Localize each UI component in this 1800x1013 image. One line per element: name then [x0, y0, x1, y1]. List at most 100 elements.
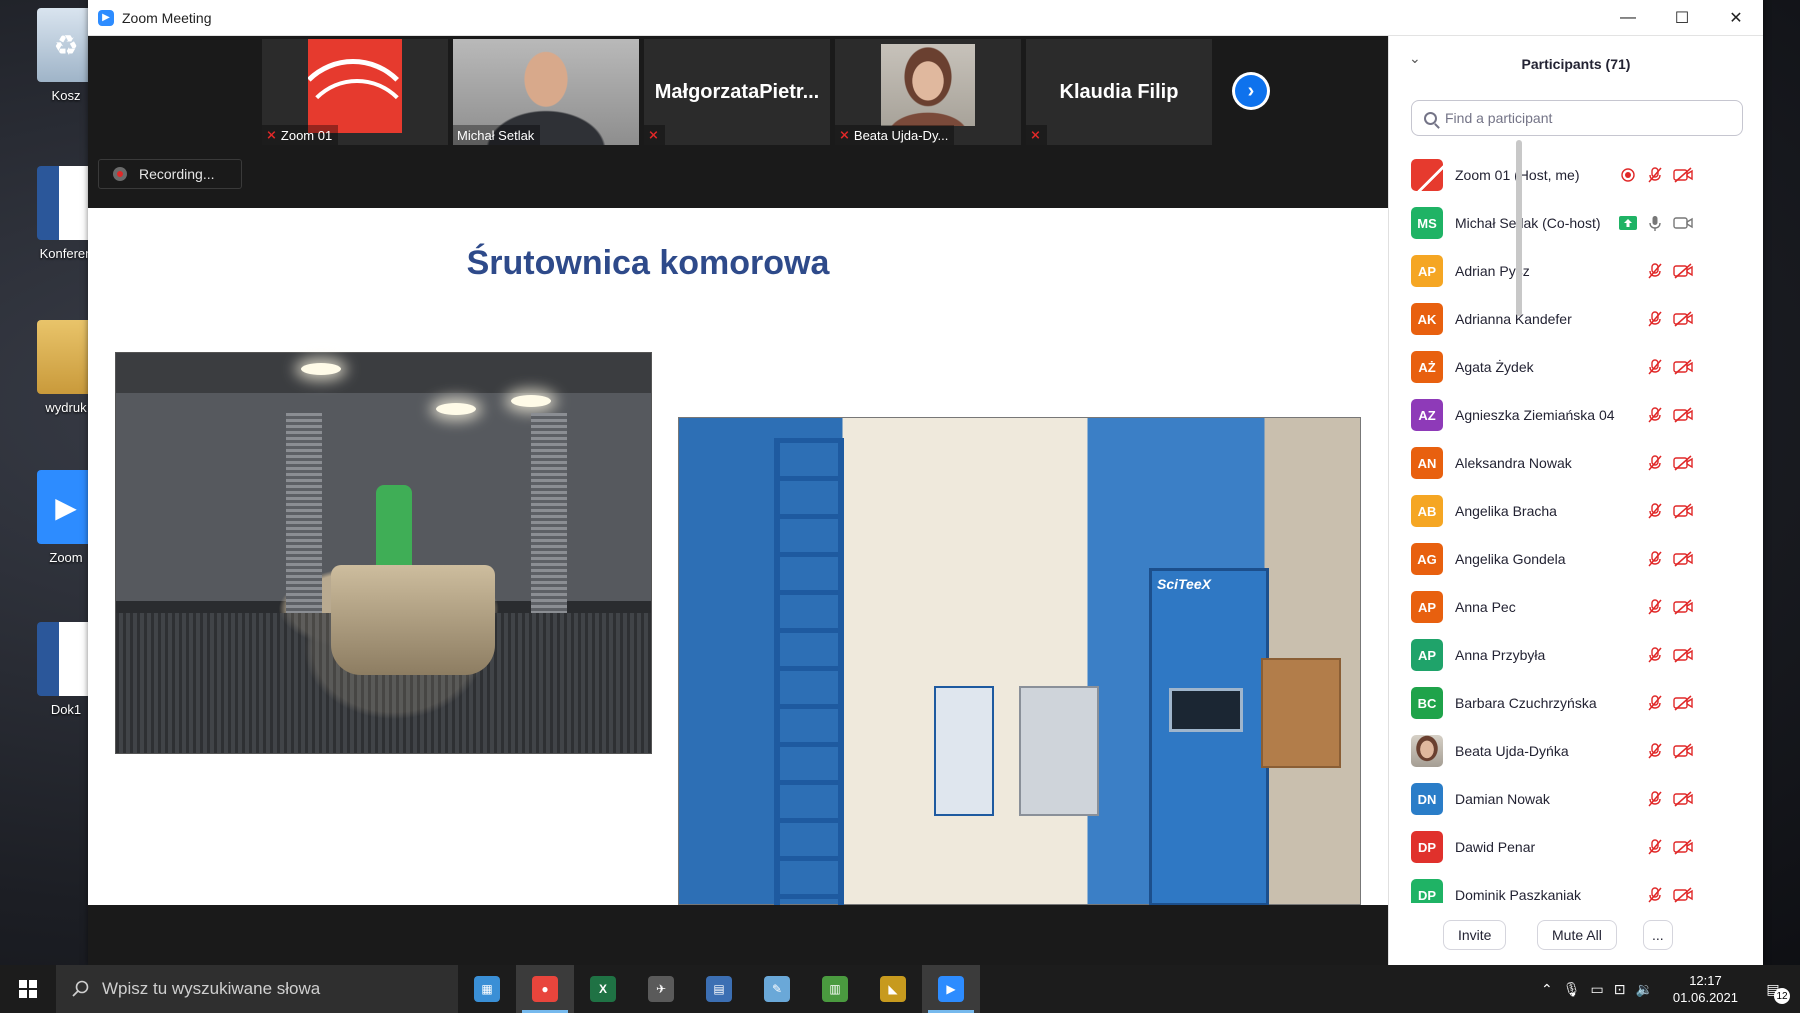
more-options-button[interactable]: ...	[1643, 920, 1673, 950]
video-off-icon[interactable]	[1670, 836, 1696, 858]
taskbar-app-calculator[interactable]: ▤	[690, 965, 748, 1013]
taskbar-app-paint[interactable]: ✎	[748, 965, 806, 1013]
participant-row[interactable]: AP Anna Pec	[1389, 583, 1764, 631]
taskbar-app-excel[interactable]: X	[574, 965, 632, 1013]
participants-scrollbar[interactable]	[1516, 140, 1522, 316]
mic-muted-icon[interactable]	[1644, 596, 1666, 618]
video-thumbnail[interactable]: MałgorzataPietr... ⨯	[644, 39, 830, 145]
video-off-icon[interactable]	[1670, 788, 1696, 810]
title-bar[interactable]: ▶ Zoom Meeting — ☐ ✕	[88, 0, 1763, 36]
participant-row[interactable]: AP Adrian Pysz	[1389, 247, 1764, 295]
video-off-icon[interactable]	[1670, 308, 1696, 330]
volume-icon[interactable]: 🔉	[1635, 981, 1652, 998]
recording-indicator[interactable]: Recording...	[98, 159, 242, 189]
video-thumbnail[interactable]: ⨯ Beata Ujda-Dy...	[835, 39, 1021, 145]
video-off-icon[interactable]	[1670, 356, 1696, 378]
video-thumbnail[interactable]: Michał Setlak	[453, 39, 639, 145]
taskbar-app-pc[interactable]: ▦	[458, 965, 516, 1013]
mic-muted-icon[interactable]	[1644, 644, 1666, 666]
taskbar-app-eagle[interactable]: ✈	[632, 965, 690, 1013]
mic-muted-icon[interactable]	[1644, 500, 1666, 522]
participant-row[interactable]: AN Aleksandra Nowak	[1389, 439, 1764, 487]
taskbar-app-project[interactable]: ◣	[864, 965, 922, 1013]
participants-list: Zoom 01 (Host, me) MS Michał Setlak (Co-ho…	[1389, 151, 1764, 903]
participant-row[interactable]: AP Anna Przybyła	[1389, 631, 1764, 679]
video-off-icon[interactable]	[1670, 500, 1696, 522]
participant-search[interactable]	[1411, 100, 1743, 136]
participant-name: Anna Przybyła	[1455, 647, 1546, 663]
mic-muted-icon[interactable]	[1644, 548, 1666, 570]
mic-muted-icon[interactable]	[1644, 308, 1666, 330]
participant-avatar: AP	[1411, 591, 1443, 623]
mic-muted-icon[interactable]	[1644, 404, 1666, 426]
thumbnail-name-bar: ⨯	[644, 125, 665, 145]
clock[interactable]: 12:17 01.06.2021	[1673, 972, 1738, 1006]
participant-row[interactable]: MS Michał Setlak (Co-host)	[1389, 199, 1764, 247]
mic-muted-icon[interactable]	[1644, 788, 1666, 810]
participant-row[interactable]: AB Angelika Bracha	[1389, 487, 1764, 535]
clock-time: 12:17	[1689, 973, 1722, 988]
thumbnail-big-name: MałgorzataPietr...	[654, 80, 820, 103]
network-icon[interactable]: ⊡	[1614, 981, 1626, 998]
start-button[interactable]	[0, 965, 56, 1013]
battery-icon[interactable]: ▭	[1591, 981, 1604, 998]
mic-muted-icon[interactable]	[1644, 692, 1666, 714]
participant-row[interactable]: DP Dominik Paszkaniak	[1389, 871, 1764, 903]
taskbar-search[interactable]: Wpisz tu wyszukiwane słowa	[56, 965, 458, 1013]
participant-avatar-photo	[1411, 735, 1443, 767]
mic-muted-icon[interactable]	[1644, 164, 1666, 186]
taskbar-app-zoom[interactable]: ▶	[922, 965, 980, 1013]
video-off-icon[interactable]	[1670, 596, 1696, 618]
participant-row[interactable]: Zoom 01 (Host, me)	[1389, 151, 1764, 199]
video-thumbnail[interactable]: Klaudia Filip ⨯	[1026, 39, 1212, 145]
video-off-icon[interactable]	[1670, 740, 1696, 762]
video-off-icon[interactable]	[1670, 404, 1696, 426]
screen-share-icon	[1617, 212, 1639, 234]
participant-row[interactable]: Beata Ujda-Dyńka	[1389, 727, 1764, 775]
participant-row[interactable]: AK Adrianna Kandefer	[1389, 295, 1764, 343]
video-off-icon[interactable]	[1670, 260, 1696, 282]
video-off-icon[interactable]	[1670, 548, 1696, 570]
mute-all-button[interactable]: Mute All	[1537, 920, 1617, 950]
video-off-icon[interactable]	[1670, 164, 1696, 186]
video-off-icon[interactable]	[1670, 692, 1696, 714]
mic-muted-icon[interactable]	[1644, 740, 1666, 762]
maximize-button[interactable]: ☐	[1655, 0, 1709, 36]
microphone-icon[interactable]	[1644, 212, 1666, 234]
taskbar-app-sheets[interactable]: ▥	[806, 965, 864, 1013]
participant-row[interactable]: AG Angelika Gondela	[1389, 535, 1764, 583]
participant-row[interactable]: BC Barbara Czuchrzyńska	[1389, 679, 1764, 727]
video-camera-icon[interactable]	[1670, 212, 1696, 234]
chevron-up-icon[interactable]: ⌃	[1541, 981, 1553, 998]
thumbnail-name: Zoom 01	[280, 127, 333, 143]
thumbnail-name-bar: ⨯	[1026, 125, 1047, 145]
participant-name: Dawid Penar	[1455, 839, 1536, 855]
chevron-down-icon[interactable]: ⌄	[1409, 50, 1421, 67]
next-page-button[interactable]: ›	[1232, 72, 1270, 110]
video-thumbnail[interactable]: ⨯ Zoom 01	[262, 39, 448, 145]
close-button[interactable]: ✕	[1709, 0, 1763, 36]
mic-muted-icon[interactable]	[1644, 260, 1666, 282]
participant-row[interactable]: AŻ Agata Żydek	[1389, 343, 1764, 391]
video-off-icon[interactable]	[1670, 644, 1696, 666]
mic-muted-icon[interactable]	[1644, 884, 1666, 903]
chevron-right-icon: ›	[1235, 75, 1267, 107]
mic-muted-icon[interactable]	[1644, 836, 1666, 858]
video-off-icon[interactable]	[1670, 884, 1696, 903]
photo-blasting-machine: SciTeeX	[678, 417, 1361, 905]
participant-avatar: AŻ	[1411, 351, 1443, 383]
participants-footer: Invite Mute All ...	[1389, 912, 1764, 956]
mic-muted-icon[interactable]	[1644, 356, 1666, 378]
participant-row[interactable]: DP Dawid Penar	[1389, 823, 1764, 871]
invite-button[interactable]: Invite	[1443, 920, 1507, 950]
video-off-icon[interactable]	[1670, 452, 1696, 474]
microphone-icon[interactable]: 🎙	[1563, 981, 1581, 998]
mic-muted-icon[interactable]	[1644, 452, 1666, 474]
participant-row[interactable]: AZ Agnieszka Ziemiańska 04	[1389, 391, 1764, 439]
notification-center-button[interactable]: ▤ 12	[1758, 974, 1790, 1004]
notification-count: 12	[1774, 988, 1790, 1004]
taskbar-app-chrome[interactable]: ●	[516, 965, 574, 1013]
participant-row[interactable]: DN Damian Nowak	[1389, 775, 1764, 823]
minimize-button[interactable]: —	[1601, 0, 1655, 36]
search-input[interactable]	[1445, 110, 1735, 126]
